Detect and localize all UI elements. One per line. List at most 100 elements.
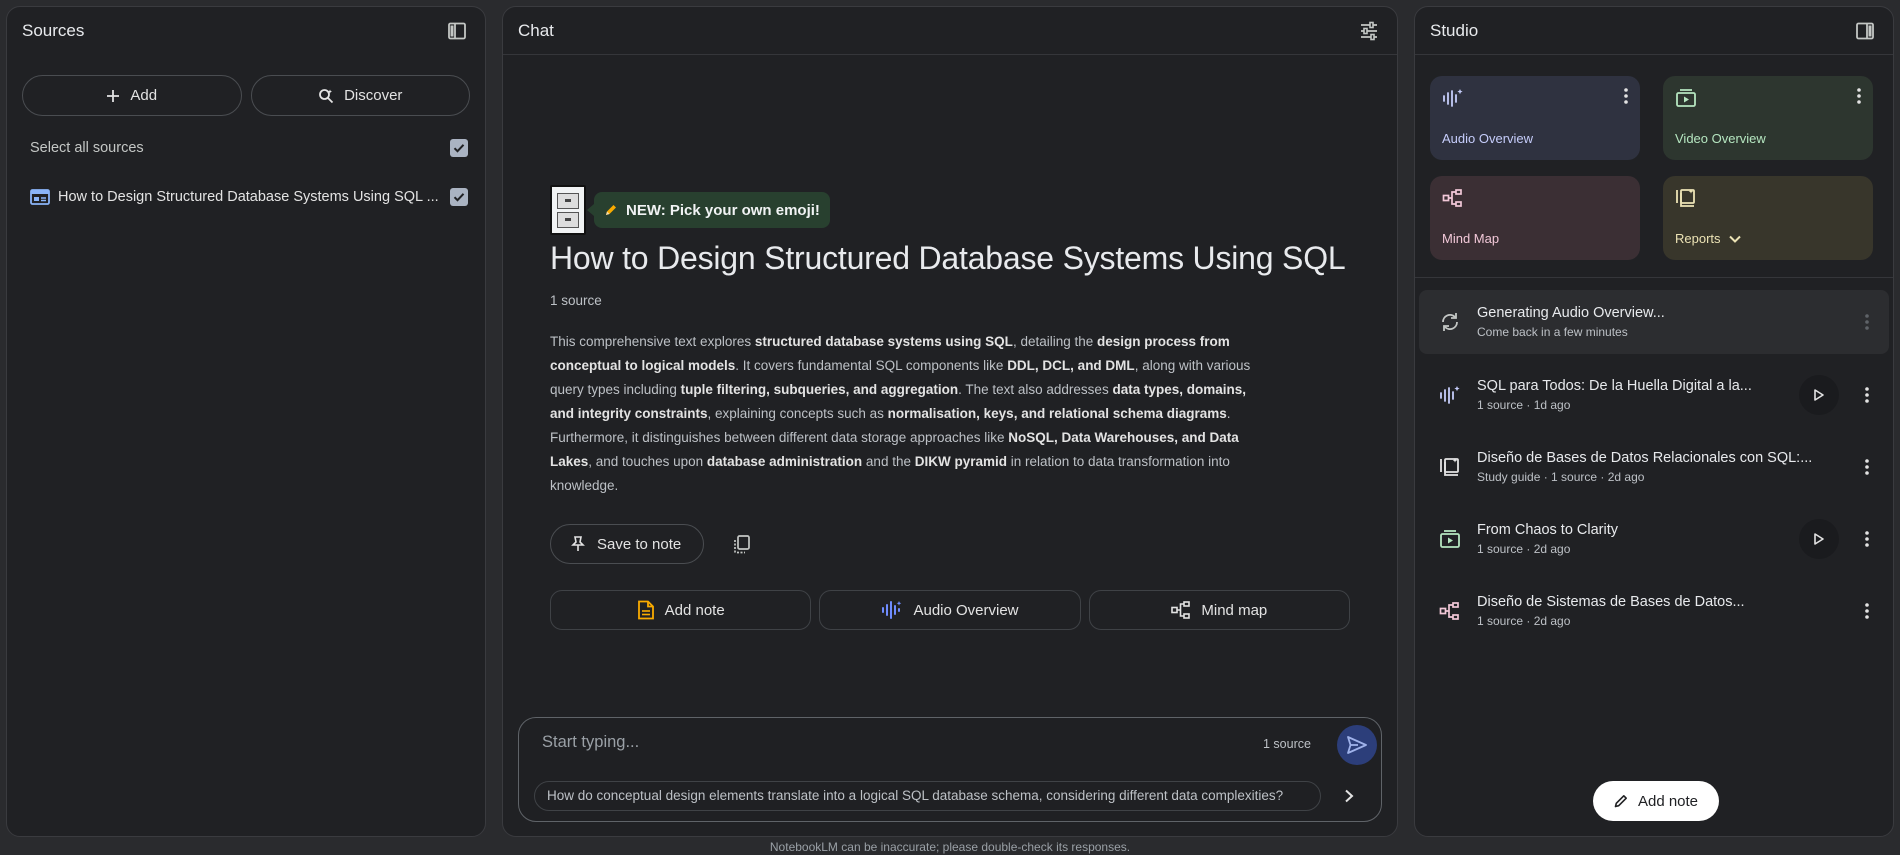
- save-to-note-label: Save to note: [597, 535, 682, 553]
- summary-highlight: structured database systems using SQL: [754, 334, 1013, 349]
- mind-map-quick-button[interactable]: Mind map: [1088, 590, 1350, 630]
- studio-item-title: Diseño de Bases de Datos Relacionales co…: [1477, 449, 1813, 466]
- tune-settings-icon[interactable]: [1357, 19, 1381, 43]
- audio-overview-tile[interactable]: Audio Overview: [1430, 76, 1640, 160]
- select-all-checkbox[interactable]: [450, 139, 468, 157]
- add-note-label: Add note: [1637, 792, 1699, 810]
- summary-text: and the: [862, 454, 915, 469]
- discover-sources-button[interactable]: Discover: [250, 75, 470, 116]
- studio-item-title: From Chaos to Clarity: [1477, 521, 1619, 538]
- summary-highlight: normalisation, keys, and relational sche…: [887, 406, 1227, 421]
- more-vert-icon[interactable]: [1855, 458, 1879, 475]
- audio-overview-quick-label: Audio Overview: [913, 601, 1019, 619]
- add-note-button[interactable]: Add note: [1593, 781, 1719, 821]
- mind-map-tile[interactable]: Mind Map: [1430, 176, 1640, 260]
- mind-map-icon: [1439, 601, 1461, 621]
- notebook-emoji-file-cabinet-icon[interactable]: [550, 185, 586, 235]
- more-vert-icon[interactable]: [1624, 88, 1628, 104]
- mind-map-quick-label: Mind map: [1201, 601, 1268, 619]
- video-overview-tile[interactable]: Video Overview: [1663, 76, 1873, 160]
- summary-highlight: DIKW pyramid: [914, 454, 1007, 469]
- summary-highlight: database administration: [706, 454, 863, 469]
- studio-item-meta: 1 source · 2d ago: [1477, 541, 1571, 556]
- send-button[interactable]: [1337, 725, 1377, 765]
- summary-text: , detailing the: [1012, 334, 1097, 349]
- studio-item-meta: 1 source · 2d ago: [1477, 613, 1571, 628]
- copy-icon[interactable]: [730, 532, 754, 556]
- notebook-title: How to Design Structured Database System…: [550, 240, 1346, 276]
- pencil-emoji-icon: [604, 203, 618, 217]
- mind-map-tile-label: Mind Map: [1442, 231, 1500, 246]
- more-vert-icon[interactable]: [1855, 386, 1879, 403]
- video-icon: [1675, 88, 1861, 108]
- summary-text: . The text also addresses: [958, 382, 1113, 397]
- video-icon: [1439, 529, 1461, 549]
- web-source-icon: [30, 189, 50, 205]
- pin-icon: [571, 536, 585, 552]
- studio-item-title: Generating Audio Overview...: [1477, 305, 1665, 321]
- new-emoji-tooltip: NEW: Pick your own emoji!: [587, 192, 830, 228]
- collapse-panel-icon[interactable]: [445, 19, 469, 43]
- suggested-question-chip[interactable]: How do conceptual design elements transl…: [534, 781, 1321, 811]
- more-vert-icon[interactable]: [1855, 602, 1879, 619]
- studio-item[interactable]: Diseño de Bases de Datos Relacionales co…: [1419, 435, 1889, 498]
- reports-tile[interactable]: Reports: [1663, 176, 1873, 260]
- studio-item[interactable]: SQL para Todos: De la Huella Digital a l…: [1419, 363, 1889, 426]
- discover-label: Discover: [344, 87, 403, 104]
- more-vert-icon[interactable]: [1855, 530, 1879, 547]
- audio-wave-icon: [881, 600, 903, 620]
- mind-map-icon: [1171, 601, 1191, 619]
- more-vert-icon[interactable]: [1857, 88, 1861, 104]
- add-source-button[interactable]: Add: [22, 75, 242, 116]
- chevron-down-icon[interactable]: [1728, 235, 1741, 243]
- more-vert-icon[interactable]: [1855, 314, 1879, 330]
- reports-tile-label: Reports: [1675, 231, 1741, 246]
- sources-header: Sources: [7, 7, 485, 55]
- chat-panel: Chat NEW: Pick your own emoji! How to De…: [502, 6, 1398, 837]
- audio-overview-quick-button[interactable]: Audio Overview: [819, 590, 1081, 630]
- summary-text: , and touches upon: [588, 454, 707, 469]
- sources-title: Sources: [22, 21, 85, 40]
- summary-text: , explaining concepts such as: [707, 406, 888, 421]
- disclaimer-text: NotebookLM can be inaccurate; please dou…: [769, 840, 1131, 854]
- discover-search-icon: [318, 88, 334, 104]
- source-item-label: How to Design Structured Database System…: [58, 189, 439, 205]
- chat-composer: Start typing... 1 source How do conceptu…: [518, 717, 1382, 822]
- source-item-checkbox[interactable]: [450, 188, 468, 206]
- notebook-source-count: 1 source: [550, 293, 602, 308]
- add-source-label: Add: [130, 87, 158, 104]
- play-button[interactable]: [1799, 374, 1839, 415]
- reports-label: Reports: [1675, 231, 1721, 246]
- summary-highlight: tuple filtering, subqueries, and aggrega…: [680, 382, 959, 397]
- select-all-row[interactable]: Select all sources: [7, 133, 485, 163]
- summary-text: . It covers fundamental SQL components l…: [735, 358, 1008, 373]
- mind-map-icon: [1442, 188, 1628, 208]
- chat-input[interactable]: Start typing...: [542, 733, 639, 752]
- save-to-note-button[interactable]: Save to note: [550, 524, 705, 564]
- add-note-quick-button[interactable]: Add note: [550, 590, 812, 630]
- studio-item-generating: Generating Audio Overview... Come back i…: [1419, 290, 1889, 354]
- audio-overview-tile-label: Audio Overview: [1442, 131, 1534, 146]
- chevron-right-icon[interactable]: [1335, 782, 1363, 810]
- select-all-label: Select all sources: [30, 140, 144, 156]
- studio-title: Studio: [1430, 20, 1479, 40]
- studio-item[interactable]: From Chaos to Clarity 1 source · 2d ago: [1419, 507, 1889, 570]
- video-overview-tile-label: Video Overview: [1675, 131, 1766, 146]
- studio-panel: Studio Audio Overview Video Overview Min…: [1414, 6, 1894, 837]
- notebook-summary: This comprehensive text explores structu…: [550, 330, 1270, 498]
- play-button[interactable]: [1799, 518, 1839, 559]
- report-icon: [1439, 457, 1461, 477]
- sources-panel: Sources Add Discover Select all sources …: [6, 6, 486, 837]
- source-item[interactable]: How to Design Structured Database System…: [7, 182, 485, 212]
- studio-item-title: SQL para Todos: De la Huella Digital a l…: [1477, 377, 1752, 394]
- collapse-panel-icon[interactable]: [1853, 19, 1877, 43]
- studio-item-meta: Study guide · 1 source · 2d ago: [1477, 469, 1645, 484]
- audio-spark-icon: [1442, 88, 1628, 108]
- add-note-quick-label: Add note: [664, 601, 725, 619]
- plus-icon: [106, 89, 120, 103]
- chat-title: Chat: [518, 20, 554, 40]
- audio-spark-icon: [1439, 385, 1461, 405]
- studio-item-meta: 1 source · 1d ago: [1477, 397, 1571, 412]
- pencil-icon: [1614, 794, 1628, 808]
- studio-item[interactable]: Diseño de Sistemas de Bases de Datos... …: [1419, 579, 1889, 642]
